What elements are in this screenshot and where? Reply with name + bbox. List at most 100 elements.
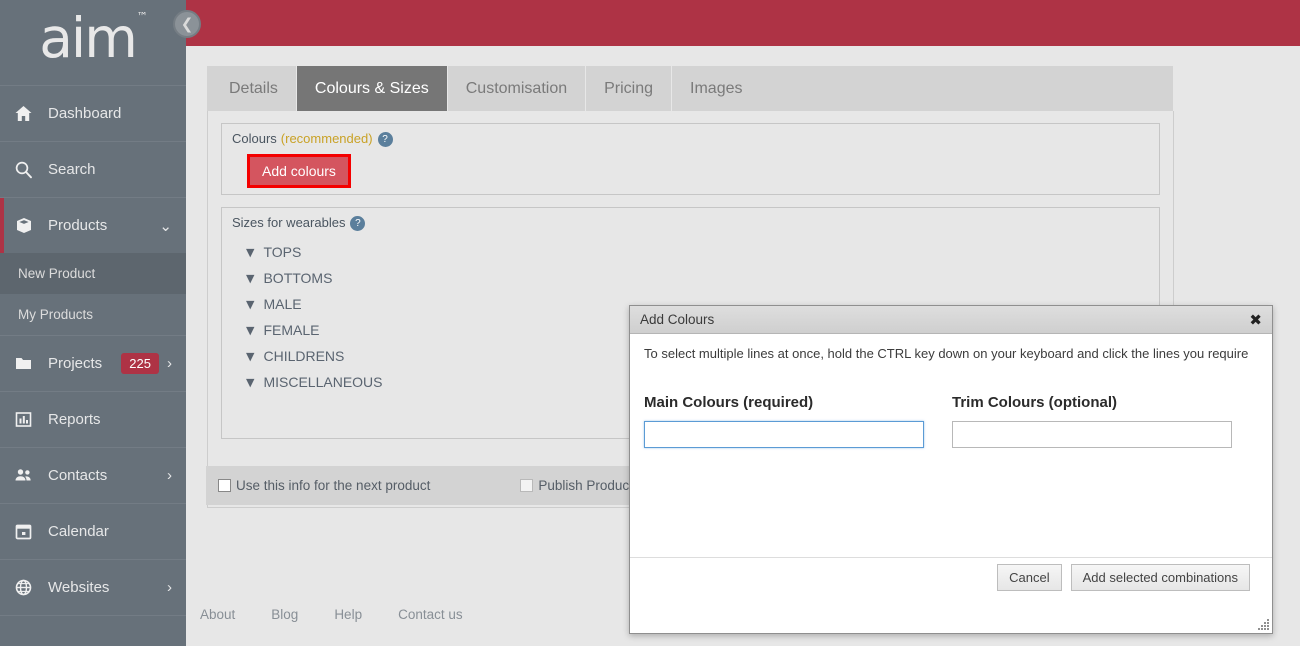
chevron-right-icon[interactable]: ›: [167, 467, 186, 484]
sidebar-item-search[interactable]: Search: [0, 141, 186, 197]
recommended-note: (recommended): [280, 131, 373, 146]
home-icon: [14, 104, 44, 123]
sidebar-collapse-button[interactable]: ❮: [173, 10, 201, 38]
size-group-childrens[interactable]: ▼ CHILDRENS: [246, 348, 344, 364]
checkbox-box[interactable]: [520, 479, 534, 492]
sidebar-item-partial[interactable]: [0, 615, 186, 646]
sidebar-item-websites[interactable]: Websites ›: [0, 559, 186, 615]
caret-down-icon: ▼: [246, 245, 255, 259]
help-icon[interactable]: ?: [350, 216, 366, 231]
logo-text: aim: [39, 6, 138, 70]
add-selected-combinations-button[interactable]: Add selected combinations: [1070, 564, 1250, 591]
dialog-hint-text: To select multiple lines at once, hold t…: [644, 346, 1249, 361]
sidebar-item-calendar[interactable]: Calendar: [0, 503, 186, 559]
close-icon[interactable]: ✖: [1249, 311, 1262, 329]
dialog-title-bar[interactable]: Add Colours ✖: [630, 306, 1272, 334]
footer-link-about[interactable]: About: [200, 607, 235, 622]
globe-icon: [14, 578, 44, 597]
add-colours-dialog: Add Colours ✖ To select multiple lines a…: [629, 305, 1273, 634]
checkbox-label: Use this info for the next product: [236, 478, 431, 493]
tab-label: Colours & Sizes: [314, 79, 429, 97]
dialog-footer: Cancel Add selected combinations: [630, 557, 1272, 597]
footer-link-blog[interactable]: Blog: [271, 607, 298, 622]
chevron-right-icon[interactable]: ›: [167, 355, 186, 372]
add-colours-button[interactable]: Add colours: [247, 154, 351, 188]
size-group-female[interactable]: ▼ FEMALE: [246, 322, 319, 338]
size-group-miscellaneous[interactable]: ▼ MISCELLANEOUS: [246, 374, 383, 390]
trim-colours-field-group: Trim Colours (optional): [952, 394, 1232, 448]
size-group-label: CHILDRENS: [263, 348, 345, 364]
tab-label: Customisation: [465, 79, 568, 97]
logo-trademark: ™: [136, 9, 148, 23]
sizes-section-label: Sizes for wearables?: [232, 215, 366, 231]
caret-down-icon: ▼: [246, 271, 255, 285]
size-group-label: MALE: [263, 296, 302, 312]
sidebar-subitem-label: New Product: [18, 266, 96, 281]
search-icon: [14, 160, 44, 179]
dialog-body: To select multiple lines at once, hold t…: [630, 334, 1272, 597]
checkbox-use-info-next-product[interactable]: Use this info for the next product: [218, 478, 430, 493]
size-group-label: MISCELLANEOUS: [263, 374, 383, 390]
sidebar-subitem-label: My Products: [18, 307, 94, 322]
footer-link-contact-us[interactable]: Contact us: [398, 607, 463, 622]
size-group-label: TOPS: [263, 244, 302, 260]
trim-colours-label: Trim Colours (optional): [952, 394, 1117, 411]
bar-chart-icon: [14, 410, 44, 429]
box-icon: [14, 216, 44, 236]
sidebar-subgroup-products: New Product My Products: [0, 253, 186, 335]
sidebar-item-label: Reports: [48, 411, 101, 428]
sidebar-item-label: Dashboard: [48, 105, 122, 122]
sidebar-item-my-products[interactable]: My Products: [0, 294, 186, 335]
people-icon: [14, 466, 44, 485]
folder-icon: [14, 354, 44, 373]
main-colours-field-group: Main Colours (required): [644, 394, 924, 448]
sidebar-item-dashboard[interactable]: Dashboard: [0, 85, 186, 141]
tab-label: Pricing: [604, 79, 654, 97]
tab-pricing[interactable]: Pricing: [586, 66, 673, 111]
sidebar-item-new-product[interactable]: New Product: [0, 253, 186, 294]
caret-down-icon: ▼: [246, 349, 255, 363]
caret-down-icon: ▼: [246, 375, 255, 389]
cancel-button[interactable]: Cancel: [997, 564, 1062, 591]
size-group-tops[interactable]: ▼ TOPS: [246, 244, 301, 260]
tab-bar: Details Colours & Sizes Customisation Pr…: [207, 66, 1174, 120]
caret-down-icon: ▼: [246, 323, 255, 337]
sidebar-item-contacts[interactable]: Contacts ›: [0, 447, 186, 503]
tab-label: Details: [229, 79, 278, 97]
sidebar-item-label: Products: [48, 217, 108, 234]
footer-link-help[interactable]: Help: [334, 607, 362, 622]
size-group-label: BOTTOMS: [263, 270, 333, 286]
sidebar-item-reports[interactable]: Reports: [0, 391, 186, 447]
size-group-bottoms[interactable]: ▼ BOTTOMS: [246, 270, 332, 286]
checkbox-box[interactable]: [218, 479, 231, 492]
tab-details[interactable]: Details: [207, 66, 297, 111]
chevron-down-icon[interactable]: ⌄: [159, 217, 186, 235]
app-logo[interactable]: aim™: [0, 0, 186, 85]
chevron-right-icon[interactable]: ›: [167, 579, 186, 596]
sidebar-item-products[interactable]: Products ⌄: [0, 197, 186, 253]
sizes-label-text: Sizes for wearables: [232, 215, 346, 230]
tab-label: Images: [690, 79, 743, 97]
colours-section: Colours (recommended)? Add colours: [221, 123, 1160, 195]
resize-handle-icon[interactable]: [1257, 618, 1270, 631]
tab-images[interactable]: Images: [672, 66, 1174, 111]
sidebar-item-label: Calendar: [48, 523, 109, 540]
caret-down-icon: ▼: [246, 297, 255, 311]
main-colours-label: Main Colours (required): [644, 394, 814, 411]
status-badge: 225: [121, 353, 159, 374]
size-group-label: FEMALE: [263, 322, 320, 338]
sidebar-item-label: Contacts: [48, 467, 108, 484]
main-colours-input[interactable]: [644, 421, 924, 448]
top-header-bar: [186, 0, 1300, 46]
add-colours-button-label: Add colours: [262, 163, 336, 179]
sidebar-item-projects[interactable]: Projects 225 ›: [0, 335, 186, 391]
colours-section-label: Colours (recommended)?: [232, 131, 393, 147]
help-icon[interactable]: ?: [377, 132, 393, 147]
trim-colours-input[interactable]: [952, 421, 1232, 448]
sidebar-item-label: Search: [48, 161, 96, 178]
tab-colours-and-sizes[interactable]: Colours & Sizes: [296, 66, 448, 120]
tab-customisation[interactable]: Customisation: [447, 66, 587, 111]
sidebar-item-label: Projects: [48, 355, 103, 372]
size-group-male[interactable]: ▼ MALE: [246, 296, 302, 312]
calendar-icon: [14, 522, 44, 541]
